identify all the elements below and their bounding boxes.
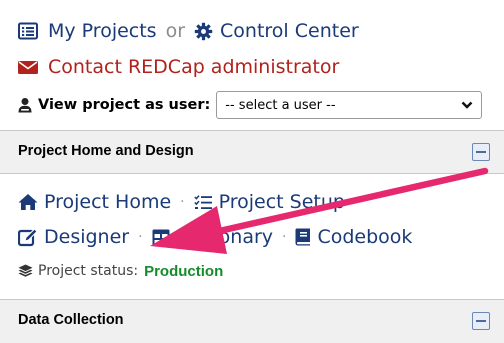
collapse-button[interactable] — [472, 312, 490, 330]
book-icon — [295, 228, 311, 246]
contact-row[interactable]: Contact REDCap administrator — [18, 52, 339, 82]
envelope-icon — [18, 59, 38, 75]
table-icon — [152, 229, 170, 246]
project-home-body: Project Home · Project Setup Designer · — [0, 174, 504, 299]
my-projects-link[interactable]: My Projects — [48, 20, 157, 42]
nav-row-1: Project Home · Project Setup — [18, 187, 345, 217]
section-title: Project Home and Design — [18, 143, 194, 159]
project-setup-link[interactable]: Project Setup — [219, 191, 345, 213]
project-status-value: Production — [144, 262, 224, 280]
section-header-project-home: Project Home and Design — [0, 130, 504, 174]
view-as-user-label: View project as user: — [38, 97, 211, 113]
codebook-link[interactable]: Codebook — [317, 226, 412, 248]
layers-icon — [18, 264, 33, 278]
user-icon — [18, 97, 32, 113]
home-icon — [18, 193, 38, 211]
projects-row: My Projects or Control Center — [18, 16, 359, 46]
separator-dot: · — [282, 229, 287, 245]
checklist-icon — [193, 194, 213, 211]
control-center-link[interactable]: Control Center — [220, 20, 359, 42]
designer-link[interactable]: Designer — [44, 226, 129, 248]
separator-dot: · — [138, 229, 143, 245]
project-home-link[interactable]: Project Home — [44, 191, 171, 213]
contact-admin-link[interactable]: Contact REDCap administrator — [48, 56, 339, 78]
or-text: or — [165, 20, 186, 42]
edit-icon — [18, 227, 38, 247]
project-status-row: Project status: Production — [18, 258, 223, 284]
list-icon[interactable] — [18, 22, 38, 40]
user-select[interactable]: -- select a user -- — [216, 91, 483, 119]
dictionary-link[interactable]: Dictionary — [176, 226, 273, 248]
top-panel: My Projects or Control Center Contact RE… — [0, 0, 504, 130]
chevron-down-icon — [461, 101, 473, 109]
nav-row-2: Designer · Dictionary · Codebook — [18, 221, 412, 253]
separator-dot: · — [180, 194, 185, 210]
view-as-user-row: View project as user: -- select a user -… — [18, 90, 483, 120]
section-header-data-collection: Data Collection — [0, 299, 504, 343]
project-status-label: Project status: — [38, 263, 139, 279]
gear-icon[interactable] — [194, 22, 213, 41]
user-select-value: -- select a user -- — [225, 97, 336, 113]
collapse-button[interactable] — [472, 143, 490, 161]
section-title: Data Collection — [18, 312, 124, 328]
